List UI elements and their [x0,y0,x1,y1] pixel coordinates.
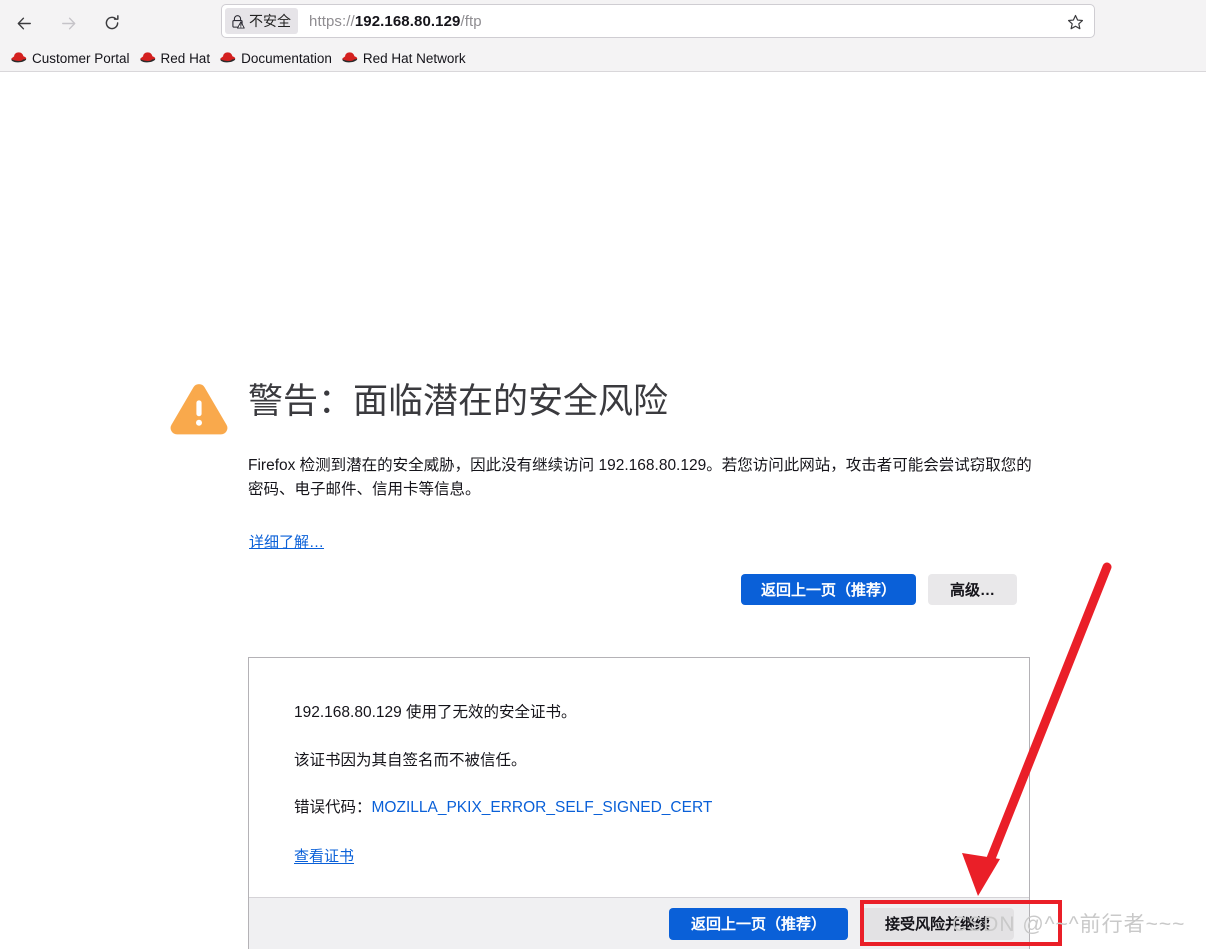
redhat-fedora-icon [220,52,236,63]
navigation-toolbar: 不安全 https://192.168.80.129/ftp [0,0,1206,46]
warning-body-text: Firefox 检测到潜在的安全威胁，因此没有继续访问 192.168.80.1… [248,457,1032,499]
url-scheme: https:// [309,12,355,30]
bookmark-label: Red Hat Network [362,50,466,66]
bookmark-label: Documentation [241,50,332,66]
go-back-button[interactable]: 返回上一页（推荐） [741,574,917,605]
star-icon [1067,14,1083,29]
url-text[interactable]: https://192.168.80.129/ftp [309,13,482,30]
certificate-details-body: 192.168.80.129 使用了无效的安全证书。 该证书因为其自签名而不被信… [249,658,1029,866]
cert-error-code: MOZILLA_PKIX_ERROR_SELF_SIGNED_CERT [371,799,713,817]
bookmark-item-documentation[interactable]: Documentation [218,47,338,69]
watermark-text: CSDN @^~^前行者~~~ [952,913,1186,936]
url-bar[interactable]: 不安全 https://192.168.80.129/ftp [221,4,1095,38]
page-title: 警告：面临潜在的安全风险 [248,382,669,421]
forward-button [52,7,84,39]
bookmark-label: Red Hat [160,50,211,66]
warning-header: 警告：面临潜在的安全风险 [170,380,668,436]
browser-chrome: 不安全 https://192.168.80.129/ftp Customer … [0,0,1206,72]
learn-more-link[interactable]: 详细了解… [249,531,324,552]
identity-label: 不安全 [249,13,291,29]
bookmarks-toolbar: Customer Portal Red Hat Documentation Re… [0,45,1206,71]
bookmark-item-customer-portal[interactable]: Customer Portal [9,47,136,69]
lock-warning-icon [232,14,245,29]
bookmark-item-red-hat-network[interactable]: Red Hat Network [340,47,472,69]
arrow-left-icon [17,16,31,30]
url-path: /ftp [460,12,482,30]
footer-go-back-button[interactable]: 返回上一页（推荐） [668,907,848,940]
certificate-error-page: 警告：面临潜在的安全风险 Firefox 检测到潜在的安全威胁，因此没有继续访问… [0,72,1206,949]
cert-selfsigned-message: 该证书因为其自签名而不被信任。 [294,751,527,769]
arrow-right-icon [61,16,75,30]
identity-box[interactable]: 不安全 [225,8,298,34]
redhat-fedora-icon [139,52,155,63]
reload-icon [105,15,119,30]
url-host: 192.168.80.129 [354,12,461,30]
bookmark-label: Customer Portal [32,50,130,66]
cert-error-code-row: 错误代码：MOZILLA_PKIX_ERROR_SELF_SIGNED_CERT [294,797,1029,819]
redhat-fedora-icon [11,52,27,63]
bookmark-item-red-hat[interactable]: Red Hat [138,47,217,69]
bookmark-star-button[interactable] [1064,11,1086,33]
cert-invalid-message: 192.168.80.129 使用了无效的安全证书。 [294,704,577,721]
cert-error-code-label: 错误代码： [294,799,372,817]
view-certificate-link[interactable]: 查看证书 [294,848,354,865]
reload-button[interactable] [96,7,128,39]
advanced-button[interactable]: 高级… [928,574,1018,605]
redhat-fedora-icon [342,52,358,63]
back-button[interactable] [8,7,40,39]
warning-triangle-icon [170,384,228,435]
error-action-buttons: 返回上一页（推荐） 高级… [741,574,1018,605]
